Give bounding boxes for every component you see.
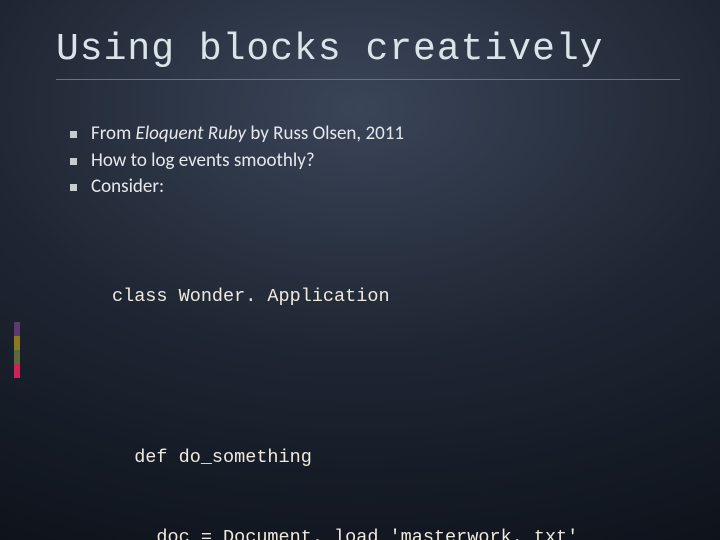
code-line: doc = Document. load 'masterwork. txt' [112, 525, 680, 540]
bullet-list: From Eloquent Ruby by Russ Olsen, 2011 H… [70, 122, 680, 200]
code-line: def do_something [112, 445, 680, 472]
bullet-item: Consider: [70, 175, 680, 200]
bullet-text: How to log events smoothly? [91, 149, 315, 174]
square-bullet-icon [70, 184, 77, 191]
decorative-stripe [14, 336, 20, 350]
bullet-text-post: by Russ Olsen, 2011 [246, 122, 404, 145]
square-bullet-icon [70, 131, 77, 138]
bullet-text-pre: From [91, 122, 136, 145]
title-underline [56, 79, 680, 80]
slide: Using blocks creatively From Eloquent Ru… [0, 0, 720, 540]
slide-title: Using blocks creatively [56, 28, 680, 71]
bullet-item: From Eloquent Ruby by Russ Olsen, 2011 [70, 122, 680, 147]
code-blank [112, 364, 680, 391]
decorative-stripe [14, 350, 20, 364]
decorative-stripe [14, 364, 20, 378]
book-title: Eloquent Ruby [136, 122, 247, 145]
bullet-item: How to log events smoothly? [70, 149, 680, 174]
code-block: class Wonder. Application def do_somethi… [112, 230, 680, 540]
bullet-text: From Eloquent Ruby by Russ Olsen, 2011 [91, 122, 404, 147]
decorative-stripe [14, 322, 20, 336]
square-bullet-icon [70, 158, 77, 165]
bullet-text: Consider: [91, 175, 164, 200]
code-line: class Wonder. Application [112, 284, 680, 311]
